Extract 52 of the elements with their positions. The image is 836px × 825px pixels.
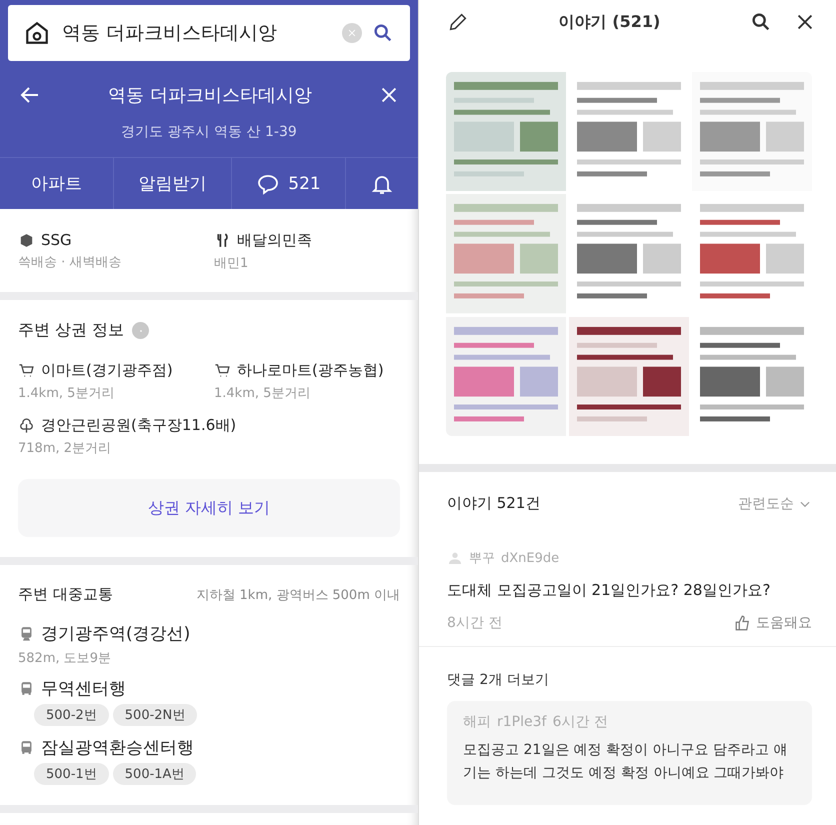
service-name: 배달의민족 — [237, 231, 312, 250]
section-title: 주변 대중교통 — [18, 585, 113, 604]
service-detail: 쓱배송 · 새벽배송 — [18, 254, 122, 271]
box-icon — [18, 232, 35, 248]
route-tag: 500-1A번 — [112, 763, 196, 785]
route-tag: 500-2번 — [34, 704, 109, 726]
nickname: 뿌꾸 — [469, 550, 495, 567]
panel-title: 이야기 (521) — [558, 12, 660, 32]
post-time: 8시간 전 — [447, 614, 502, 632]
place-name: 경안근린공원(축구장11.6배) — [41, 416, 236, 435]
cart-icon — [214, 362, 231, 379]
place-name: 하나로마트(광주농협) — [237, 361, 384, 380]
nickname: 해피 — [463, 713, 491, 731]
route-tag: 500-2N번 — [112, 704, 198, 726]
header-tab[interactable]: 아파트 — [0, 158, 114, 209]
search-field[interactable]: 역동 더파크비스타데시앙 — [8, 5, 410, 61]
place-name: 이마트(경기광주점) — [41, 361, 173, 380]
place-distance: 1.4km, 5분거리 — [214, 385, 312, 402]
place-distance: 1.4km, 5분거리 — [18, 385, 116, 402]
transit-note: 지하철 1km, 광역버스 500m 이내 — [196, 586, 400, 604]
user-id: dXnE9de — [501, 550, 560, 566]
helpful-button[interactable]: 도움돼요 — [734, 614, 812, 632]
comment-time: 6시간 전 — [552, 713, 608, 731]
story-count: 이야기 521건 — [447, 494, 540, 513]
stop-name: 무역센터행 — [41, 678, 126, 700]
place-distance: 718m, 2분거리 — [18, 440, 112, 457]
cart-icon — [18, 362, 35, 379]
more-comments-link[interactable]: 댓글 2개 더보기 — [447, 671, 812, 689]
post-text: 도대체 모집공고일이 21일인가요? 28일인가요? — [447, 581, 772, 600]
route-tag: 500-1번 — [34, 763, 109, 785]
tree-icon — [18, 417, 35, 434]
comment-text: 모집공고 21일은 예정 확정이 아니구요 담주라고 얘기는 하는데 그것도 예정 확정 아니예요 그때가봐야 — [463, 741, 789, 784]
search-input[interactable]: 역동 더파크비스타데시앙 — [60, 21, 332, 45]
user-id: r1Ple3f — [497, 714, 546, 730]
user-icon — [447, 550, 463, 566]
section-title: 주변 상권 정보 — [18, 320, 124, 341]
place-title: 역동 더파크비스타데시앙 — [108, 84, 312, 107]
home-icon — [24, 20, 50, 46]
header-tab[interactable]: 알림받기 — [114, 158, 232, 209]
stop-name: 경기광주역(경강선) — [41, 623, 190, 645]
search-icon[interactable] — [372, 22, 394, 44]
pencil-icon[interactable] — [447, 11, 469, 33]
details-button[interactable]: 상권 자세히 보기 — [18, 479, 400, 537]
service-detail: 배민1 — [214, 255, 250, 272]
stop-distance: 582m, 도보9분 — [18, 650, 112, 667]
service-name: SSG — [41, 231, 72, 249]
thumbs-up-icon — [734, 614, 752, 632]
close-icon — [347, 28, 357, 38]
address-text: 경기도 광주시 역동 산 1-39 — [120, 123, 298, 142]
header-tab[interactable]: 521 — [232, 158, 346, 209]
search-icon[interactable] — [750, 11, 772, 33]
stop-name: 잠실광역환승센터행 — [41, 737, 194, 759]
